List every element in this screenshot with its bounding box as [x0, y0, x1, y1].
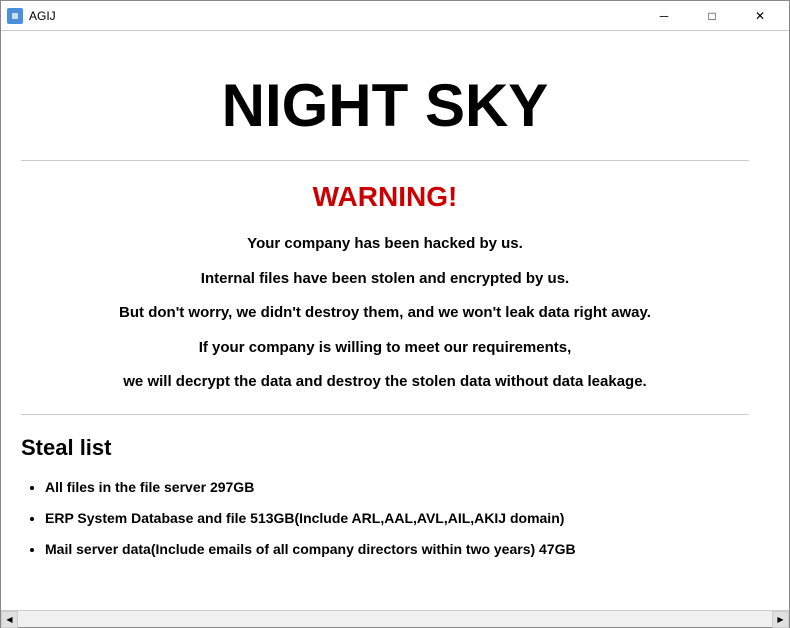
scroll-right-button[interactable]: ▶: [772, 611, 789, 628]
scroll-track: [18, 611, 772, 627]
divider-2: [21, 414, 749, 415]
window-controls: ─ □ ✕: [641, 1, 783, 31]
scroll-left-button[interactable]: ◀: [1, 611, 18, 628]
paragraph-5: we will decrypt the data and destroy the…: [31, 371, 739, 394]
minimize-button[interactable]: ─: [641, 1, 687, 31]
list-item-2: ERP System Database and file 513GB(Inclu…: [45, 508, 749, 529]
title-bar-left: AGIJ: [7, 8, 56, 24]
paragraph-3: But don't worry, we didn't destroy them,…: [31, 302, 739, 325]
content-area[interactable]: NIGHT SKY WARNING! Your company has been…: [1, 31, 789, 610]
horizontal-scrollbar[interactable]: ◀ ▶: [1, 610, 789, 627]
maximize-button[interactable]: □: [689, 1, 735, 31]
app-icon: [7, 8, 23, 24]
window-title: AGIJ: [29, 9, 56, 23]
paragraph-4: If your company is willing to meet our r…: [31, 337, 739, 360]
paragraph-1: Your company has been hacked by us.: [31, 233, 739, 256]
warning-heading: WARNING!: [21, 181, 749, 213]
window-body: NIGHT SKY WARNING! Your company has been…: [1, 31, 789, 610]
list-item-3: Mail server data(Include emails of all c…: [45, 539, 749, 560]
close-button[interactable]: ✕: [737, 1, 783, 31]
steal-list-heading: Steal list: [21, 435, 749, 461]
application-window: AGIJ ─ □ ✕ NIGHT SKY WARNING! Your compa…: [0, 0, 790, 628]
paragraph-2: Internal files have been stolen and encr…: [31, 268, 739, 291]
list-item-1: All files in the file server 297GB: [45, 477, 749, 498]
divider-1: [21, 160, 749, 161]
title-bar: AGIJ ─ □ ✕: [1, 1, 789, 31]
steal-list: All files in the file server 297GB ERP S…: [21, 477, 749, 560]
main-title: NIGHT SKY: [21, 51, 749, 150]
